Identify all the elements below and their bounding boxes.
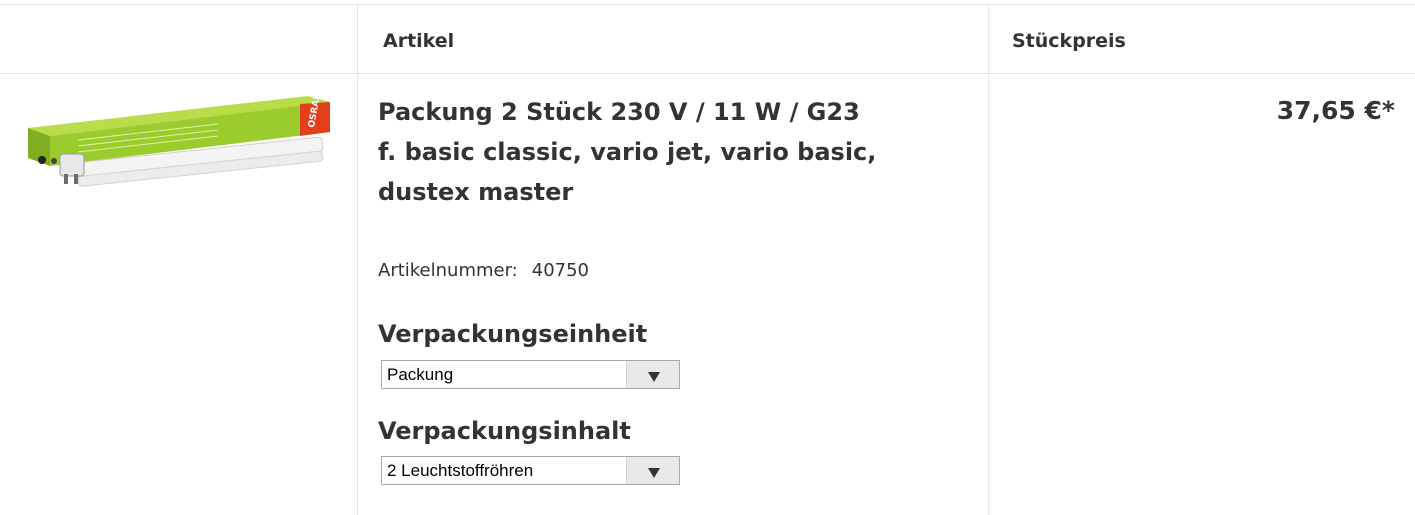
product-title-line-2: f. basic classic, vario jet, vario basic… [378,138,877,166]
article-number-label: Artikelnummer: [378,260,518,281]
packaging-unit-dropdown-button[interactable] [626,361,679,388]
header-top-border [0,4,1415,5]
packaging-content-selected-value: 2 Leuchtstoffröhren [387,461,534,480]
packaging-unit-select[interactable]: Packung [381,360,680,389]
packaging-content-select[interactable]: 2 Leuchtstoffröhren [381,456,680,485]
option-label-packaging-unit: Verpackungseinheit [378,320,648,348]
column-divider-price [988,4,989,515]
option-label-packaging-content: Verpackungsinhalt [378,417,631,445]
header-bottom-border [0,73,1415,74]
product-title-line-1: Packung 2 Stück 230 V / 11 W / G23 [378,98,860,126]
cart-table: Artikel Stückpreis OSRAM Packung 2 Stück… [0,0,1415,515]
product-image[interactable]: OSRAM [18,88,336,188]
article-number: Artikelnummer: 40750 [378,260,589,281]
chevron-down-icon [648,468,660,478]
fluorescent-tube-icon: OSRAM [28,90,330,187]
product-title-line-3: dustex master [378,178,574,206]
packaging-unit-selected-value: Packung [387,365,454,384]
chevron-down-icon [648,372,660,382]
article-number-value: 40750 [531,260,590,281]
header-unit-price: Stückpreis [1012,30,1126,52]
header-article: Artikel [383,30,455,52]
column-divider-image [357,4,358,515]
unit-price: 37,65 €* [1276,96,1395,125]
packaging-content-dropdown-button[interactable] [626,457,679,484]
product-title[interactable]: Packung 2 Stück 230 V / 11 W / G23 f. ba… [378,92,978,212]
